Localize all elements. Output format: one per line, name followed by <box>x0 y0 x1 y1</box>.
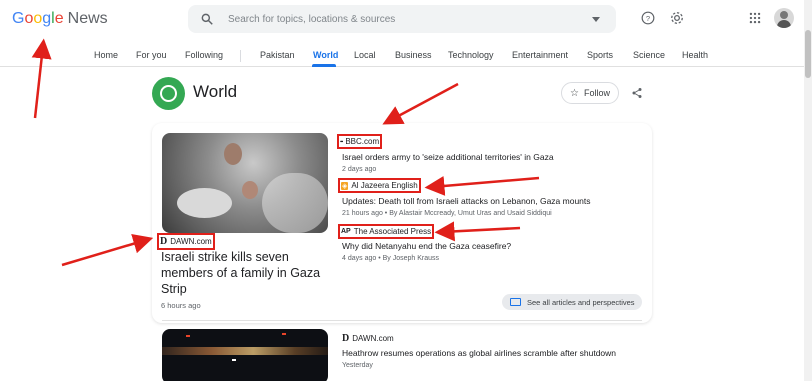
scrollbar[interactable] <box>804 0 812 381</box>
ap-logo: AP <box>341 228 351 235</box>
nav-tabs: Home For you Following Pakistan World Lo… <box>0 50 812 67</box>
newspaper-icon <box>510 298 521 306</box>
tab-business[interactable]: Business <box>395 50 432 60</box>
annotation-arrow <box>61 233 154 267</box>
tab-technology[interactable]: Technology <box>448 50 494 60</box>
story-meta: Yesterday <box>342 362 373 369</box>
source-dawn[interactable]: D DAWN.com <box>342 333 394 344</box>
search-dropdown-icon[interactable] <box>592 16 600 22</box>
scrollbar-thumb[interactable] <box>805 30 811 78</box>
tab-home[interactable]: Home <box>94 50 118 60</box>
story-image[interactable] <box>162 329 328 381</box>
tab-for-you[interactable]: For you <box>136 50 167 60</box>
tab-entertainment[interactable]: Entertainment <box>512 50 568 60</box>
follow-button[interactable]: ☆ Follow <box>561 82 619 104</box>
source-name: BBC.com <box>345 137 380 146</box>
related-meta: 4 days ago • By Joseph Krauss <box>342 255 440 262</box>
source-al-jazeera[interactable]: ◈ Al Jazeera English <box>338 178 421 193</box>
story-divider <box>162 320 642 321</box>
star-icon: ☆ <box>570 87 579 99</box>
google-news-logo[interactable]: Google News <box>12 10 108 28</box>
tab-health[interactable]: Health <box>682 50 708 60</box>
related-meta: 21 hours ago • By Alastair Mccready, Umu… <box>342 210 552 217</box>
apps-grid-icon[interactable] <box>748 11 762 25</box>
source-associated-press[interactable]: AP The Associated Press <box>337 224 435 239</box>
story-headline[interactable]: Heathrow resumes operations as global ai… <box>342 348 616 358</box>
source-name: Al Jazeera English <box>351 181 418 190</box>
logo-suffix: News <box>67 10 108 27</box>
main-headline[interactable]: Israeli strike kills seven members of a … <box>161 249 326 297</box>
logo-letter: e <box>54 10 64 27</box>
see-all-label: See all articles and perspectives <box>527 297 635 307</box>
logo-letter: o <box>33 10 43 27</box>
see-all-button[interactable]: See all articles and perspectives <box>502 294 642 310</box>
al-jazeera-logo: ◈ <box>341 181 349 190</box>
svg-text:?: ? <box>646 14 650 23</box>
active-tab-indicator <box>312 64 336 67</box>
tab-sports[interactable]: Sports <box>587 50 613 60</box>
app-header: Google News Search for topics, locations … <box>0 0 812 67</box>
source-bbc[interactable]: ▪▪▪ BBC.com <box>336 134 383 149</box>
source-dawn[interactable]: D DAWN.com <box>157 233 215 250</box>
dawn-logo: D <box>342 333 350 344</box>
logo-letter: G <box>12 10 25 27</box>
globe-icon <box>152 77 185 110</box>
search-input[interactable]: Search for topics, locations & sources <box>228 14 592 25</box>
page-title: World <box>193 82 238 101</box>
tab-pakistan[interactable]: Pakistan <box>260 50 295 60</box>
source-name: The Associated Press <box>353 227 432 236</box>
nav-divider <box>240 50 241 62</box>
annotation-arrow <box>382 82 459 125</box>
source-name: DAWN.com <box>352 334 394 343</box>
related-headline[interactable]: Why did Netanyahu end the Gaza ceasefire… <box>342 241 511 251</box>
story-image[interactable] <box>162 133 328 233</box>
follow-label: Follow <box>583 88 610 98</box>
source-name: DAWN.com <box>170 237 212 246</box>
dawn-logo: D <box>160 236 168 247</box>
bbc-logo: ▪▪▪ <box>340 138 343 145</box>
tab-local[interactable]: Local <box>354 50 376 60</box>
tab-following[interactable]: Following <box>185 50 223 60</box>
settings-gear-icon[interactable] <box>670 11 684 25</box>
help-icon[interactable]: ? <box>641 11 655 25</box>
search-icon <box>201 13 213 25</box>
related-meta: 2 days ago <box>342 166 377 173</box>
share-icon[interactable] <box>631 87 643 99</box>
logo-letter: g <box>42 10 52 27</box>
tab-world[interactable]: World <box>313 50 338 60</box>
account-avatar[interactable] <box>774 8 794 28</box>
tab-science[interactable]: Science <box>633 50 665 60</box>
search-bar[interactable]: Search for topics, locations & sources <box>188 5 616 33</box>
related-headline[interactable]: Updates: Death toll from Israeli attacks… <box>342 196 591 206</box>
related-headline[interactable]: Israel orders army to 'seize additional … <box>342 152 554 162</box>
main-time: 6 hours ago <box>161 301 201 310</box>
